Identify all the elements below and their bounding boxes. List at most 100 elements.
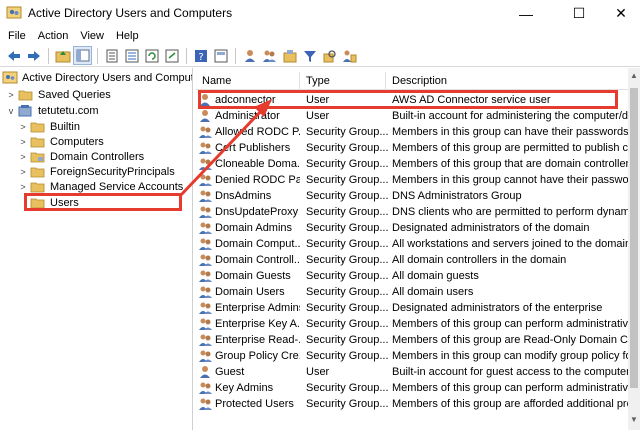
- maximize-button[interactable]: ☐: [556, 0, 602, 27]
- chevron-right-icon[interactable]: >: [18, 182, 28, 192]
- close-button[interactable]: ✕: [598, 0, 640, 27]
- chevron-down-icon[interactable]: v: [6, 106, 16, 116]
- cell-type: User: [306, 110, 330, 122]
- cell-type: Security Group...: [306, 350, 388, 362]
- cell-type: Security Group...: [306, 174, 388, 186]
- table-row[interactable]: Cloneable Doma... Security Group... Member…: [196, 156, 628, 172]
- details-button[interactable]: [122, 46, 141, 65]
- cell-name: Protected Users: [198, 396, 300, 412]
- cell-name: Domain Guests: [198, 268, 300, 284]
- group-icon: [198, 141, 213, 155]
- refresh-button[interactable]: [142, 46, 161, 65]
- chevron-right-icon[interactable]: >: [18, 167, 28, 177]
- table-row[interactable]: Group Policy Cre... Security Group... Memb…: [196, 348, 628, 364]
- tree-item-foreign-security-principals[interactable]: > ForeignSecurityPrincipals: [18, 164, 174, 179]
- table-row[interactable]: Guest User Built-in account for guest acce…: [196, 364, 628, 380]
- folder-icon: [30, 120, 46, 133]
- chevron-right-icon[interactable]: >: [6, 90, 16, 100]
- new-ou-button[interactable]: [280, 46, 299, 65]
- menu-file[interactable]: File: [0, 27, 32, 45]
- group-icon: [198, 237, 213, 251]
- new-group-icon: [263, 50, 276, 62]
- tree-item-managed-service-accounts[interactable]: > Managed Service Accounts: [18, 179, 183, 194]
- column-header-name[interactable]: Name: [196, 72, 300, 90]
- tree-item-builtin[interactable]: > Builtin: [18, 119, 80, 134]
- table-row[interactable]: Enterprise Admins Security Group... Design…: [196, 300, 628, 316]
- table-row[interactable]: Domain Comput... Security Group... All wor…: [196, 236, 628, 252]
- cell-type: Security Group...: [306, 222, 388, 234]
- group-icon: [198, 285, 213, 299]
- forward-button[interactable]: [24, 46, 43, 65]
- toolbar-separator: [235, 47, 236, 64]
- tree-item-domain[interactable]: v tetutetu.com: [6, 103, 99, 118]
- chevron-right-icon[interactable]: >: [18, 152, 28, 162]
- table-row[interactable]: Protected Users Security Group... Members …: [196, 396, 628, 412]
- cell-name-text: Domain Controll...: [215, 254, 300, 266]
- table-row[interactable]: Enterprise Read-... Security Group... Memb…: [196, 332, 628, 348]
- scroll-up-icon[interactable]: ▲: [628, 70, 640, 82]
- chevron-right-icon[interactable]: >: [18, 122, 28, 132]
- group-icon: [198, 125, 213, 139]
- menu-view[interactable]: View: [74, 27, 110, 45]
- user-icon: [198, 365, 213, 379]
- cell-description: Built-in account for administering the c…: [392, 110, 628, 122]
- table-row[interactable]: DnsUpdateProxy Security Group... DNS clien…: [196, 204, 628, 220]
- table-row[interactable]: Domain Controll... Security Group... All d…: [196, 252, 628, 268]
- console-tree-icon: [76, 49, 89, 62]
- tree-item-saved-queries[interactable]: > Saved Queries: [6, 87, 110, 102]
- table-row[interactable]: Allowed RODC P... Security Group... Member…: [196, 124, 628, 140]
- tree-item-computers[interactable]: > Computers: [18, 134, 103, 149]
- back-button[interactable]: [4, 46, 23, 65]
- properties-button[interactable]: [102, 46, 121, 65]
- cell-name-text: Administrator: [215, 110, 280, 122]
- up-folder-button[interactable]: [53, 46, 72, 65]
- list-view-button[interactable]: [211, 46, 230, 65]
- scroll-down-icon[interactable]: ▼: [628, 414, 640, 426]
- column-header-description[interactable]: Description: [386, 72, 628, 90]
- menu-help[interactable]: Help: [110, 27, 145, 45]
- table-row[interactable]: DnsAdmins Security Group... DNS Administra…: [196, 188, 628, 204]
- cell-name-text: Enterprise Key A...: [215, 318, 300, 330]
- cell-description: All domain users: [392, 286, 474, 298]
- table-row[interactable]: Domain Guests Security Group... All domain…: [196, 268, 628, 284]
- find-button[interactable]: [320, 46, 339, 65]
- cell-description: DNS clients who are permitted to perform…: [392, 206, 628, 218]
- tree-root[interactable]: Active Directory Users and Computers: [2, 70, 192, 85]
- folder-icon: [30, 180, 46, 193]
- cell-name-text: Protected Users: [215, 398, 294, 410]
- table-row[interactable]: Enterprise Key A... Security Group... Memb…: [196, 316, 628, 332]
- table-row[interactable]: Domain Users Security Group... All domain …: [196, 284, 628, 300]
- table-row[interactable]: Key Admins Security Group... Members of th…: [196, 380, 628, 396]
- group-icon: [198, 173, 213, 187]
- cell-name-text: Domain Users: [215, 286, 285, 298]
- tree-item-domain-controllers[interactable]: > Domain Controllers: [18, 149, 144, 164]
- table-row[interactable]: Cert Publishers Security Group... Members …: [196, 140, 628, 156]
- cell-type: Security Group...: [306, 190, 388, 202]
- new-group-button[interactable]: [260, 46, 279, 65]
- table-row[interactable]: Administrator User Built-in account for ad…: [196, 108, 628, 124]
- new-user-button[interactable]: [240, 46, 259, 65]
- table-row[interactable]: Denied RODC Pa... Security Group... Member…: [196, 172, 628, 188]
- close-icon: ✕: [615, 5, 627, 21]
- cell-description: Designated administrators of the domain: [392, 222, 590, 234]
- minimize-icon: —: [519, 5, 533, 22]
- chevron-right-icon[interactable]: >: [18, 137, 28, 147]
- help-button[interactable]: ?: [191, 46, 210, 65]
- console-tree-button[interactable]: [73, 46, 92, 65]
- cell-description: All workstations and servers joined to t…: [392, 238, 628, 250]
- minimize-button[interactable]: —: [503, 0, 549, 27]
- column-header-type[interactable]: Type: [300, 72, 386, 90]
- add-to-group-button[interactable]: [340, 46, 359, 65]
- table-row[interactable]: Domain Admins Security Group... Designated…: [196, 220, 628, 236]
- export-list-button[interactable]: [162, 46, 181, 65]
- cell-name: Domain Controll...: [198, 252, 300, 268]
- group-icon: [198, 205, 213, 219]
- menu-bar: File Action View Help: [0, 27, 640, 45]
- vertical-scrollbar[interactable]: ▲ ▼: [628, 68, 640, 430]
- menu-action[interactable]: Action: [32, 27, 75, 45]
- folder-icon: [30, 165, 46, 178]
- filter-button[interactable]: [300, 46, 319, 65]
- cell-type: Security Group...: [306, 158, 388, 170]
- cell-type: Security Group...: [306, 206, 388, 218]
- scrollbar-thumb[interactable]: [630, 88, 638, 388]
